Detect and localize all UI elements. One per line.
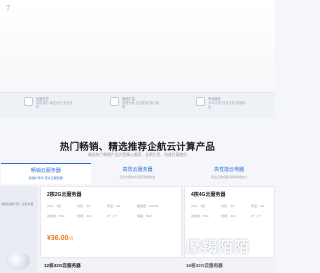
card-title: 12核32G云服务器 (44, 263, 81, 268)
promo-text: (免费试用7天), 让您享受 (1, 202, 34, 206)
promo-panel[interactable]: (免费试用7天), 让您享受 (0, 186, 38, 273)
spec-item: 防御：20G (221, 214, 236, 218)
shield-icon (24, 97, 33, 106)
feature-item: 全面防护 高防保护 稳定运行 安全无忧 (24, 97, 76, 109)
price-unit: /月 (68, 236, 74, 241)
feature-desc: 7x24小时 技术支持 快速响应 (208, 101, 246, 109)
card-title: 2核2G云服务器 (47, 192, 82, 198)
spec-item: 防御：20G (77, 214, 92, 218)
tab-best-selling[interactable]: 畅销云服务器 新用户专享 低价云服务器 (0, 163, 91, 184)
spec-grid: CPU：2核 内存：2G 带宽：5M 数据盘：100GB 系统盘：50G 防御：… (47, 204, 177, 224)
tab-desc: 新用户专享 低价云服务器 (28, 176, 63, 180)
spec-item: IP：1个 (251, 214, 262, 218)
spec-item: CPU：2核 (47, 204, 62, 208)
feature-item: 弹性扩容 按需升级 灵活配置 随心使用 (110, 97, 162, 109)
expand-icon (110, 97, 119, 106)
tab-label: 畅销云服务器 (30, 168, 61, 174)
hero-banner: 7 (0, 0, 275, 92)
spec-item: 系统盘：50G (191, 214, 209, 218)
card-title: 16核32G云服务器 (186, 263, 223, 268)
watermark-text: 摩羯陌陌 (186, 239, 251, 256)
site-logo[interactable]: 7 (6, 4, 22, 14)
feature-strip: 全面防护 高防保护 稳定运行 安全无忧 弹性扩容 按需升级 灵活配置 随心使用 … (0, 92, 275, 118)
cloud-illustration (6, 252, 30, 270)
product-card[interactable]: 2核2G云服务器 CPU：2核 内存：2G 带宽：5M 数据盘：100GB 系统… (40, 186, 182, 258)
spec-item: 系统盘：50G (47, 214, 65, 218)
spec-item: 带宽：5M (251, 204, 265, 208)
tab-high-defense[interactable]: 高防云服务器 高达T级防护 稳定防御攻击 (92, 163, 182, 184)
feature-item: 专业服务 7x24小时 技术支持 快速响应 (196, 97, 248, 109)
feature-desc: 高防保护 稳定运行 安全无忧 (36, 101, 73, 109)
card-title: 4核4G云服务器 (191, 192, 226, 198)
spec-item: 数据盘：100GB (137, 204, 159, 208)
spec-item: 线路：BGP (137, 214, 153, 218)
spec-item: CPU：4核 (191, 204, 206, 208)
spec-grid: CPU：4核 内存：4G 带宽：5M 系统盘：50G 防御：20G IP：1个 (191, 204, 277, 224)
product-tabs: 畅销云服务器 新用户专享 低价云服务器 高防云服务器 高达T级防护 稳定防御攻击… (0, 163, 275, 184)
tab-desc: 专业云端桌面 随时随地办公 (210, 175, 248, 179)
product-cards-area: (免费试用7天), 让您享受 2核2G云服务器 CPU：2核 内存：2G 带宽：… (0, 186, 275, 273)
spec-item: 内存：2G (77, 204, 91, 208)
feature-desc: 按需升级 灵活配置 随心使用 (122, 101, 159, 109)
section-title: 热门畅销、精选推荐企航云计算产品 (59, 142, 216, 153)
price-value: ¥36.00 (47, 235, 69, 242)
support-icon (196, 97, 205, 106)
tab-cloud-pc[interactable]: 高性能云电脑 专业云端桌面 随时随地办公 (184, 163, 274, 184)
spec-item: IP：1个 (107, 214, 118, 218)
tab-label: 高性能云电脑 (214, 167, 245, 173)
section-subtitle: 精选热门畅销产品为您精心推荐，长期为您，快速开展使用 (88, 153, 187, 157)
spec-item: 带宽：5M (107, 204, 121, 208)
price: ¥36.00/月 (47, 235, 74, 242)
spec-item: 内存：4G (221, 204, 235, 208)
tab-label: 高防云服务器 (122, 167, 153, 173)
tab-desc: 高达T级防护 稳定防御攻击 (119, 175, 156, 179)
